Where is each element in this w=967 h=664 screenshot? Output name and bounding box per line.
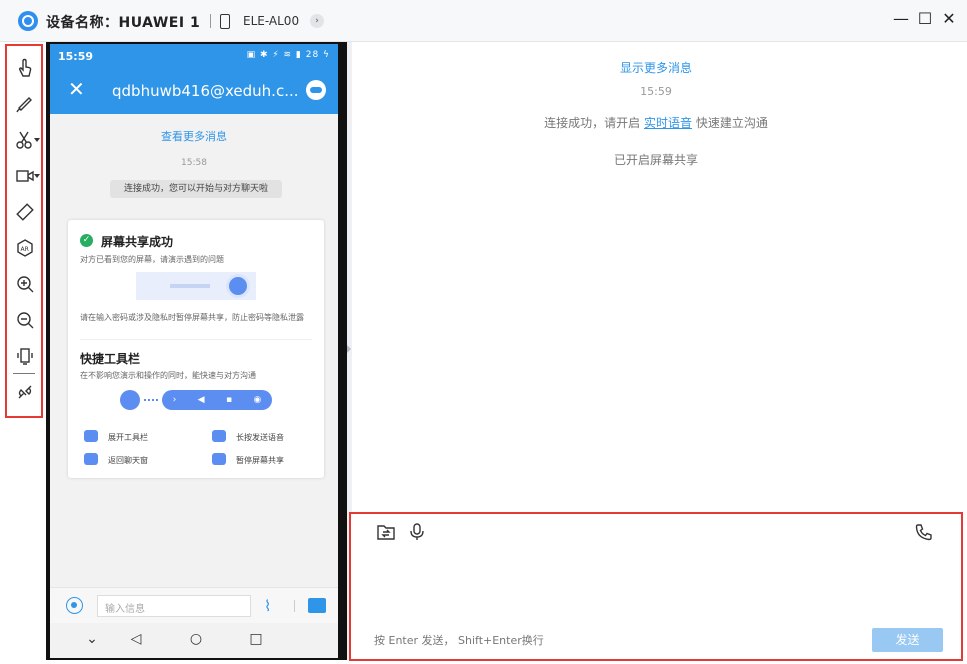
draw-pen-icon[interactable] [13, 92, 37, 116]
scissors-dropdown-icon[interactable] [34, 138, 40, 142]
close-button[interactable]: ✕ [938, 8, 960, 30]
disconnect-icon[interactable] [13, 380, 37, 404]
quick-toolbar-subtitle: 在不影响您演示和操作的同时，能快速与对方沟通 [80, 371, 256, 380]
phone-connected-notice: 连接成功，您可以开始与对方聊天啦 [110, 180, 282, 198]
nav-collapse-icon[interactable]: ⌄ [82, 631, 102, 647]
send-button[interactable]: 发送 [872, 628, 943, 652]
rotate-icon[interactable] [13, 200, 37, 224]
input-divider [294, 600, 295, 612]
nav-home-icon[interactable]: ○ [186, 631, 206, 647]
connected-prefix: 连接成功，请开启 [544, 116, 641, 130]
microphone-icon[interactable] [407, 522, 427, 542]
show-more-messages-link[interactable]: 显示更多消息 [352, 59, 960, 76]
title-divider [210, 14, 211, 28]
illustration-bar [170, 284, 210, 288]
phone-message-input[interactable]: 输入信息 [97, 595, 251, 617]
nav-recents-icon[interactable]: □ [246, 631, 266, 647]
model-expand-button[interactable]: › [310, 14, 324, 28]
file-transfer-icon[interactable] [376, 522, 396, 542]
nav-back-icon[interactable]: ◁ [126, 631, 146, 647]
card-title: 屏幕共享成功 [101, 235, 174, 249]
chat-timestamp-text: 15:59 [640, 85, 672, 98]
send-shortcut-hint: 按 Enter 发送， Shift+Enter换行 [374, 634, 544, 647]
pause-share-icon [212, 453, 226, 465]
qbar-pause-icon: ◉ [253, 395, 262, 405]
qbar-voice-icon: ◀ [197, 395, 205, 405]
quick-bar-dots [144, 399, 158, 401]
success-check-icon: ✓ [80, 234, 93, 247]
device-model-label: ELE-AL00 [243, 14, 300, 28]
voice-send-icon [212, 430, 226, 442]
toolbar-divider [13, 373, 35, 374]
device-name-label: 设备名称：HUAWEI 1 [46, 15, 201, 31]
robot-icon[interactable] [306, 80, 326, 100]
vibrate-icon[interactable] [13, 344, 37, 368]
video-dropdown-icon[interactable] [34, 174, 40, 178]
screen-share-card: ✓ 屏幕共享成功 对方已看到您的屏幕，请演示遇到的问题 请在输入密码或涉及隐私时… [68, 220, 324, 478]
phone-status-bar: 15:59 ▣ ✱ ⚡ ≋ ▮ 28 ϟ [50, 44, 338, 68]
phone-input-bar: 输入信息 ⌇ [50, 587, 338, 623]
remote-toolbar: AR [5, 44, 43, 418]
maximize-button[interactable]: ☐ [914, 8, 936, 30]
voice-toggle-icon[interactable] [66, 597, 83, 614]
phone-more-messages-link[interactable]: 查看更多消息 [50, 128, 338, 144]
illustration-robot-icon [226, 274, 250, 298]
connected-suffix: 快速建立沟通 [695, 116, 768, 130]
privacy-warning: 请在输入密码或涉及隐私时暂停屏幕共享，防止密码等隐私泄露 [80, 313, 304, 322]
card-divider [80, 339, 312, 340]
gesture-hand-icon[interactable] [13, 56, 37, 80]
chat-input-area[interactable]: 按 Enter 发送， Shift+Enter换行 发送 [349, 512, 963, 661]
minimize-button[interactable]: — [890, 8, 912, 30]
phone-icon [220, 14, 230, 29]
quick-toolbar-preview: › ◀ ▪ ◉ [162, 390, 272, 410]
connected-message: 连接成功，请开启 实时语音 快速建立沟通 [352, 114, 960, 131]
legend-expand-toolbar: 展开工具栏 [108, 433, 148, 442]
legend-return-chat: 返回聊天窗 [108, 456, 148, 465]
zoom-out-icon[interactable] [13, 308, 37, 332]
phone-chat-header: ✕ qdbhuwb416@xeduh.c... [50, 68, 338, 114]
status-time: 15:59 [58, 50, 94, 63]
phone-call-icon[interactable] [914, 522, 934, 542]
svg-text:AR: AR [21, 246, 29, 253]
phone-close-icon[interactable]: ✕ [68, 78, 85, 100]
legend-pause-share: 暂停屏幕共享 [236, 456, 284, 465]
zoom-in-icon[interactable] [13, 272, 37, 296]
title-bar: 设备名称：HUAWEI 1 ELE-AL00 › — ☐ ✕ [0, 0, 967, 42]
phone-screen[interactable]: 15:59 ▣ ✱ ⚡ ≋ ▮ 28 ϟ ✕ qdbhuwb416@xeduh.… [50, 44, 338, 658]
expand-toolbar-icon [84, 430, 98, 442]
qbar-chat-icon: ▪ [225, 395, 233, 405]
card-subtitle: 对方已看到您的屏幕，请演示遇到的问题 [80, 255, 224, 264]
phone-mirror[interactable]: 15:59 ▣ ✱ ⚡ ≋ ▮ 28 ϟ ✕ qdbhuwb416@xeduh.… [46, 42, 347, 660]
app-logo-icon [18, 11, 38, 31]
phone-timestamp: 15:58 [181, 158, 207, 168]
contact-email: qdbhuwb416@xeduh.c... [112, 82, 299, 100]
share-illustration [136, 272, 256, 300]
qbar-expand-icon: › [172, 395, 177, 405]
quick-toolbar-title: 快捷工具栏 [80, 352, 141, 366]
chat-timestamp: 15:59 [352, 85, 960, 98]
screen-share-status: 已开启屏幕共享 [613, 153, 698, 167]
legend-voice-send: 长按发送语音 [236, 433, 284, 442]
phone-nav-bar: ⌄ ◁ ○ □ [50, 623, 338, 658]
chat-message-area: 显示更多消息 15:59 连接成功，请开启 实时语音 快速建立沟通 已开启屏幕共… [352, 42, 963, 510]
return-chat-icon [84, 453, 98, 465]
ar-icon[interactable]: AR [13, 236, 37, 260]
realtime-voice-link[interactable]: 实时语音 [644, 116, 692, 130]
image-icon[interactable] [308, 598, 326, 613]
quick-send-icon [120, 390, 140, 410]
status-icons: ▣ ✱ ⚡ ≋ ▮ 28 ϟ [246, 50, 330, 60]
attachment-icon[interactable]: ⌇ [264, 597, 271, 615]
